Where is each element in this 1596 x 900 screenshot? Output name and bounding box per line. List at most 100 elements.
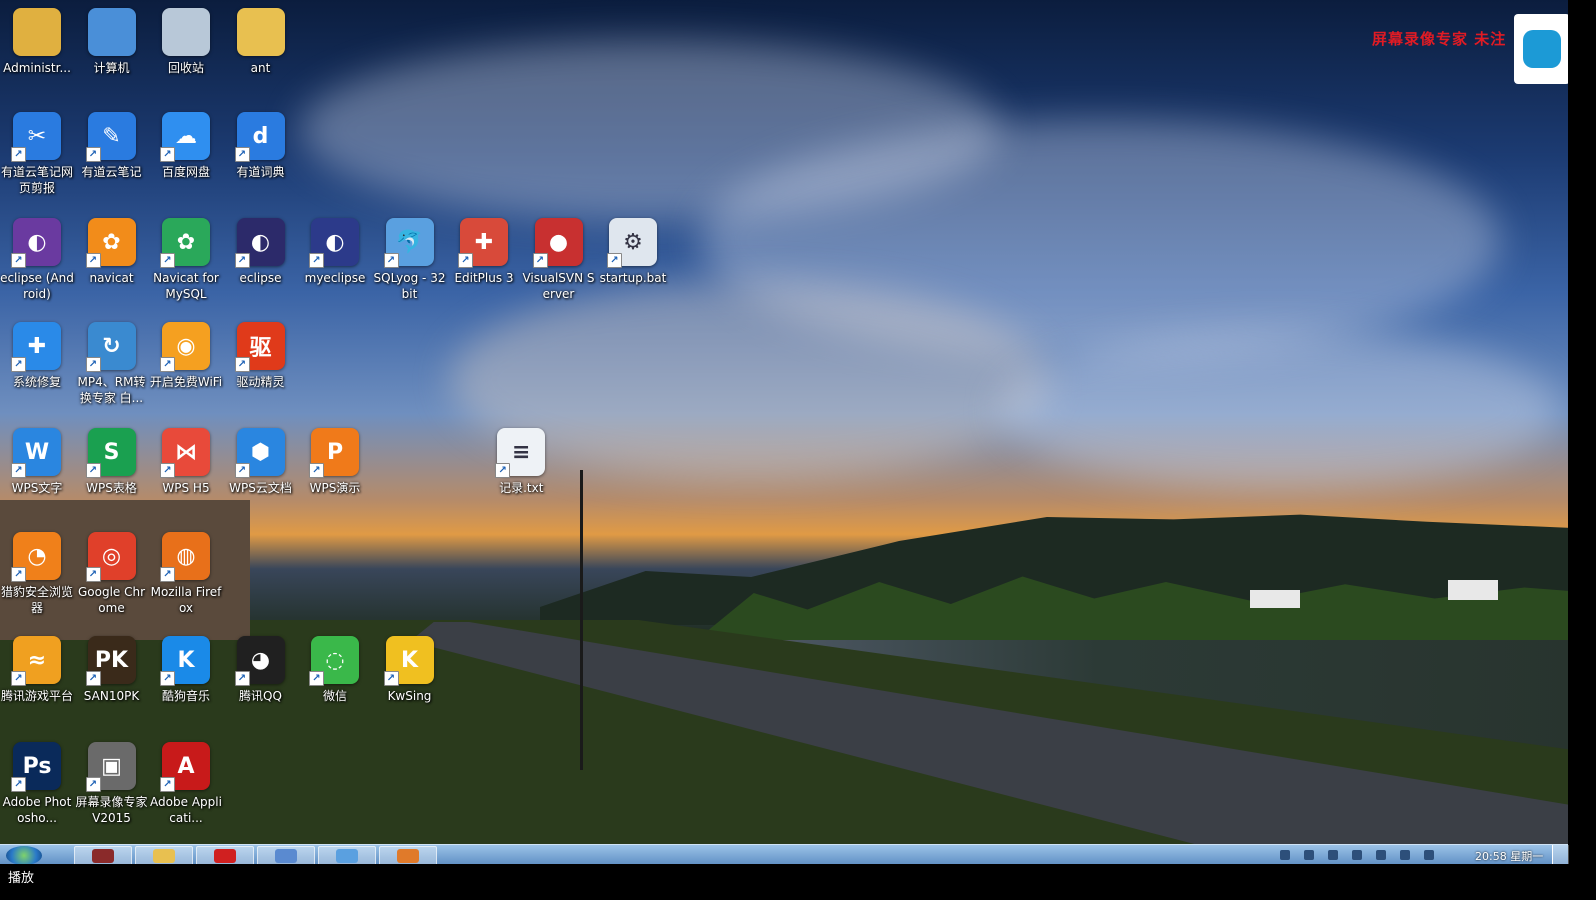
shortcut-arrow-icon: ↗ bbox=[11, 777, 26, 792]
wechat-icon: ◌ ↗ bbox=[309, 636, 359, 686]
desktop-icon[interactable]: 回收站 bbox=[149, 8, 223, 76]
volume-icon[interactable] bbox=[1424, 850, 1434, 860]
shortcut-arrow-icon: ↗ bbox=[85, 357, 101, 372]
desktop-icon[interactable]: ◐ ↗ eclipse (Android) bbox=[0, 218, 74, 302]
desktop-icon-label: 酷狗音乐 bbox=[161, 689, 210, 703]
desktop-icon[interactable]: ⋈ ↗ WPS H5 bbox=[149, 428, 223, 496]
taskbar-button[interactable] bbox=[196, 846, 254, 866]
street-lamp bbox=[580, 470, 583, 770]
wps-writer-icon: W ↗ bbox=[11, 428, 61, 478]
desktop-icon[interactable]: ◌ ↗ 微信 bbox=[298, 636, 372, 704]
shortcut-arrow-icon: ↗ bbox=[11, 357, 26, 372]
desktop-icon[interactable]: ant bbox=[224, 8, 298, 76]
desktop-icon[interactable]: d ↗ 有道词典 bbox=[224, 112, 298, 180]
desktop-icon[interactable]: ◕ ↗ 腾讯QQ bbox=[224, 636, 298, 704]
taskbar-button[interactable] bbox=[318, 846, 376, 866]
shortcut-arrow-icon: ↗ bbox=[383, 253, 399, 268]
tray-icon[interactable] bbox=[1328, 850, 1338, 860]
desktop-icon[interactable]: ◐ ↗ myeclipse bbox=[298, 218, 372, 286]
desktop-icon-label: Adobe Photosho... bbox=[2, 795, 72, 825]
shortcut-arrow-icon: ↗ bbox=[458, 253, 473, 268]
desktop-icon[interactable]: ≡ ↗ 记录.txt bbox=[484, 428, 558, 496]
shortcut-arrow-icon: ↗ bbox=[309, 463, 324, 478]
desktop-icon-label: WPS文字 bbox=[11, 481, 63, 495]
desktop-icon[interactable]: S ↗ WPS表格 bbox=[75, 428, 149, 496]
taskbar-clock[interactable]: 20:58 星期一 bbox=[1475, 848, 1543, 864]
show-desktop-button[interactable] bbox=[1552, 845, 1569, 865]
desktop-icon-label: 开启免费WiFi bbox=[149, 375, 223, 389]
desktop-icon-label: navicat bbox=[89, 271, 134, 285]
desktop-icon[interactable]: 计算机 bbox=[75, 8, 149, 76]
start-button[interactable] bbox=[6, 846, 42, 865]
desktop-icon[interactable]: ↻ ↗ MP4、RM转换专家 白... bbox=[75, 322, 149, 406]
screen-recorder-icon: ▣ ↗ bbox=[85, 742, 136, 792]
desktop-icon[interactable]: ◍ ↗ Mozilla Firefox bbox=[149, 532, 223, 616]
shortcut-arrow-icon: ↗ bbox=[85, 567, 101, 582]
desktop-icon[interactable]: P ↗ WPS演示 bbox=[298, 428, 372, 496]
desktop-icon[interactable]: Administr... bbox=[0, 8, 74, 76]
desktop-icon[interactable]: 驱 ↗ 驱动精灵 bbox=[224, 322, 298, 390]
desktop-icon[interactable]: ✿ ↗ navicat bbox=[75, 218, 149, 286]
desktop-icon-label: 驱动精灵 bbox=[236, 375, 285, 389]
desktop-icon[interactable]: ✚ ↗ 系统修复 bbox=[0, 322, 74, 390]
desktop-icon[interactable]: ≈ ↗ 腾讯游戏平台 bbox=[0, 636, 74, 704]
recorder-watermark: 屏幕录像专家 未注 bbox=[1372, 30, 1507, 48]
desktop-icon[interactable]: ▣ ↗ 屏幕录像专家 V2015 bbox=[75, 742, 149, 826]
wps-h5-icon: ⋈ ↗ bbox=[160, 428, 210, 478]
desktop-icon[interactable]: ✚ ↗ EditPlus 3 bbox=[447, 218, 521, 286]
wps-cloud-icon: ⬢ ↗ bbox=[234, 428, 285, 478]
desktop-icon[interactable]: ☁ ↗ 百度网盘 bbox=[149, 112, 223, 180]
taskbar-button[interactable] bbox=[74, 846, 132, 866]
desktop-icon-label: WPS演示 bbox=[309, 481, 361, 495]
desktop-icon[interactable]: ✎ ↗ 有道云笔记 bbox=[75, 112, 149, 180]
desktop-icon[interactable]: W ↗ WPS文字 bbox=[0, 428, 74, 496]
shortcut-arrow-icon: ↗ bbox=[607, 253, 622, 268]
desktop-icon[interactable]: ⚙ ↗ startup.bat bbox=[596, 218, 670, 286]
desktop-icon-label: 计算机 bbox=[93, 61, 130, 75]
desktop-icon[interactable]: A ↗ Adobe Applicati... bbox=[149, 742, 223, 826]
shortcut-arrow-icon: ↗ bbox=[11, 567, 26, 582]
desktop-icon-label: 微信 bbox=[322, 689, 347, 703]
desktop-icon[interactable]: Ps ↗ Adobe Photosho... bbox=[0, 742, 74, 826]
desktop-icon[interactable]: ● ↗ VisualSVN Server bbox=[522, 218, 596, 302]
network-icon[interactable] bbox=[1400, 850, 1410, 860]
desktop-icon[interactable]: ✿ ↗ Navicat for MySQL bbox=[149, 218, 223, 302]
shortcut-arrow-icon: ↗ bbox=[160, 463, 175, 478]
tray-icon[interactable] bbox=[1280, 850, 1290, 860]
desktop-icon[interactable]: 🐬 ↗ SQLyog - 32 bit bbox=[373, 218, 447, 302]
desktop-icon-label: EditPlus 3 bbox=[454, 271, 514, 285]
gear-file-icon: ⚙ ↗ bbox=[607, 218, 657, 268]
tray-icon[interactable] bbox=[1352, 850, 1362, 860]
taskbar-button[interactable] bbox=[379, 846, 437, 866]
desktop-icon[interactable]: K ↗ KwSing bbox=[373, 636, 447, 704]
taskbar-button[interactable] bbox=[135, 846, 193, 866]
house bbox=[1448, 580, 1498, 600]
desktop-icon[interactable]: PK ↗ SAN10PK bbox=[75, 636, 149, 704]
desktop-icon-label: 猎豹安全浏览器 bbox=[0, 585, 73, 615]
desktop-icon[interactable]: K ↗ 酷狗音乐 bbox=[149, 636, 223, 704]
shortcut-arrow-icon: ↗ bbox=[383, 671, 399, 686]
desktop-icon[interactable]: ◐ ↗ eclipse bbox=[224, 218, 298, 286]
desktop-icon[interactable]: ◉ ↗ 开启免费WiFi bbox=[149, 322, 223, 390]
house bbox=[1250, 590, 1300, 608]
driver-genius-icon: 驱 ↗ bbox=[234, 322, 285, 372]
tray-icon[interactable] bbox=[1304, 850, 1314, 860]
taskbar-button[interactable] bbox=[257, 846, 315, 866]
desktop-icon[interactable]: ◎ ↗ Google Chrome bbox=[75, 532, 149, 616]
desktop-icon[interactable]: ◔ ↗ 猎豹安全浏览器 bbox=[0, 532, 74, 616]
recorder-logo-icon[interactable] bbox=[1514, 14, 1570, 84]
taskbar[interactable]: 20:58 星期一 bbox=[0, 844, 1569, 866]
tencent-game-icon: ≈ ↗ bbox=[11, 636, 61, 686]
shortcut-arrow-icon: ↗ bbox=[234, 671, 250, 686]
desktop[interactable]: Administr... 计算机 回收站 ant ✂ ↗ 有道云笔记网页剪报 ✎ ↗ 有道云笔记 ☁… bbox=[0, 0, 1596, 862]
shortcut-arrow-icon: ↗ bbox=[85, 463, 101, 478]
shortcut-arrow-icon: ↗ bbox=[234, 357, 250, 372]
desktop-icon-label: SAN10PK bbox=[83, 689, 140, 703]
red-app-icon bbox=[214, 849, 236, 863]
cloud bbox=[1000, 330, 1560, 490]
desktop-icon[interactable]: ✂ ↗ 有道云笔记网页剪报 bbox=[0, 112, 74, 196]
desktop-icon-label: KwSing bbox=[387, 689, 432, 703]
desktop-icon[interactable]: ⬢ ↗ WPS云文档 bbox=[224, 428, 298, 496]
explorer-folder-icon bbox=[153, 849, 175, 863]
tray-icon[interactable] bbox=[1376, 850, 1386, 860]
